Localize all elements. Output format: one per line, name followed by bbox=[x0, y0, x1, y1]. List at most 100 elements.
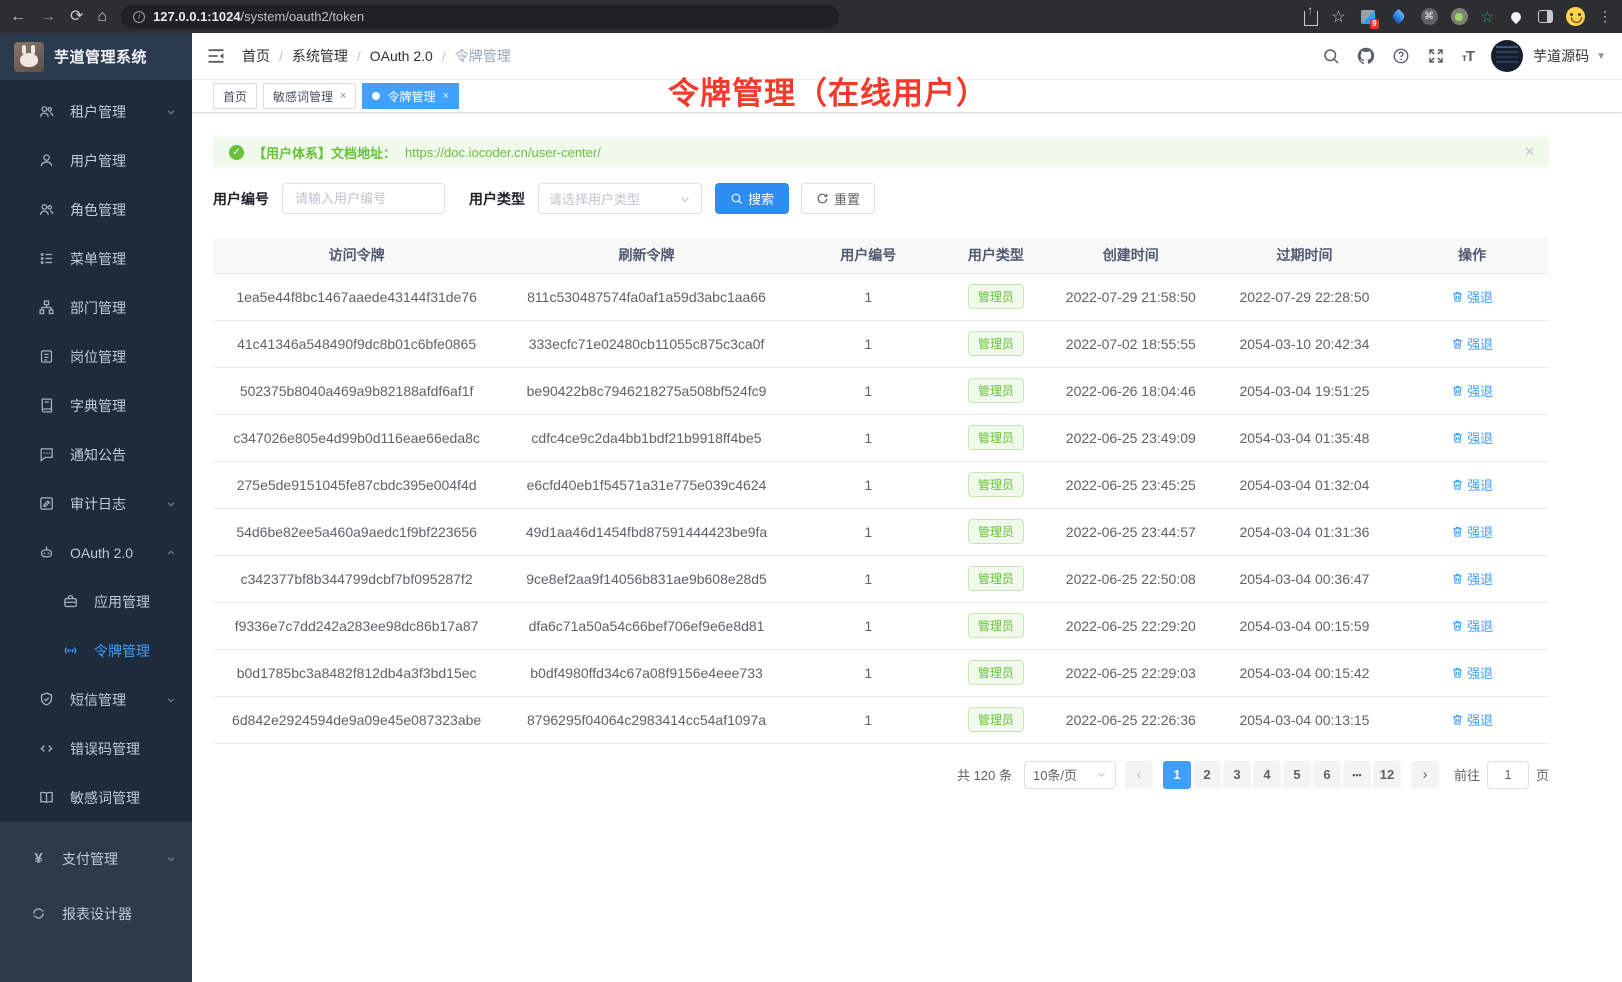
sidebar-logo[interactable]: 芋道管理系统 bbox=[0, 33, 192, 80]
sidebar-item-租户管理[interactable]: 租户管理 bbox=[0, 87, 192, 136]
sidebar-item-令牌管理[interactable]: 令牌管理 bbox=[0, 626, 192, 675]
font-size-icon[interactable]: тT bbox=[1462, 48, 1474, 65]
expire-time-cell: 2054-03-04 01:35:48 bbox=[1214, 414, 1396, 461]
extension-grid-icon[interactable]: 9 bbox=[1359, 8, 1377, 26]
sidebar-item-用户管理[interactable]: 用户管理 bbox=[0, 136, 192, 185]
chevron-down-icon bbox=[1096, 769, 1107, 780]
refresh-token-cell: 811c530487574fa0af1a59d3abc1aa66 bbox=[500, 273, 793, 320]
share-icon[interactable] bbox=[1304, 11, 1318, 26]
breadcrumb-home[interactable]: 首页 bbox=[242, 46, 270, 66]
tab-首页[interactable]: 首页 bbox=[213, 83, 257, 109]
site-info-icon[interactable]: i bbox=[133, 11, 145, 23]
search-icon[interactable] bbox=[1322, 47, 1340, 65]
browser-reload-icon[interactable]: ⟳ bbox=[70, 9, 83, 25]
sidebar-item-OAuth 2.0[interactable]: OAuth 2.0 bbox=[0, 528, 192, 577]
force-logout-button[interactable]: 强退 bbox=[1451, 475, 1493, 494]
side-panel-icon[interactable] bbox=[1538, 10, 1553, 23]
main-area: 首页 / 系统管理 / OAuth 2.0 / 令牌管理 тT 芋道源码 bbox=[192, 33, 1622, 982]
page-button-4[interactable]: 4 bbox=[1253, 761, 1281, 789]
extension-pin-icon[interactable] bbox=[1507, 8, 1525, 26]
close-icon[interactable]: ✕ bbox=[1524, 144, 1535, 160]
user-type-cell: 管理员 bbox=[944, 414, 1048, 461]
tab-令牌管理[interactable]: 令牌管理× bbox=[362, 83, 458, 109]
page-button-3[interactable]: 3 bbox=[1223, 761, 1251, 789]
force-logout-button[interactable]: 强退 bbox=[1451, 428, 1493, 447]
sidebar-item-应用管理[interactable]: 应用管理 bbox=[0, 577, 192, 626]
fullscreen-icon[interactable] bbox=[1427, 47, 1445, 65]
sidebar-item-敏感词管理[interactable]: 敏感词管理 bbox=[0, 773, 192, 822]
user-type-select[interactable]: 请选择用户类型 bbox=[538, 183, 702, 214]
sidebar-item-字典管理[interactable]: 字典管理 bbox=[0, 381, 192, 430]
trash-icon bbox=[1451, 572, 1464, 585]
sidebar-item-审计日志[interactable]: 审计日志 bbox=[0, 479, 192, 528]
page-button-1[interactable]: 1 bbox=[1163, 761, 1191, 789]
department-icon bbox=[38, 299, 55, 316]
doc-link[interactable]: https://doc.iocoder.cn/user-center/ bbox=[405, 145, 601, 160]
expire-time-cell: 2054-03-04 00:15:59 bbox=[1214, 602, 1396, 649]
tab-close-icon[interactable]: × bbox=[442, 90, 448, 102]
page-button-6[interactable]: 6 bbox=[1313, 761, 1341, 789]
page-button-2[interactable]: 2 bbox=[1193, 761, 1221, 789]
page-ellipsis[interactable]: ••• bbox=[1343, 761, 1371, 789]
refresh-token-cell: 9ce8ef2aa9f14056b831ae9b608e28d5 bbox=[500, 555, 793, 602]
sidebar-item-label: 通知公告 bbox=[70, 445, 126, 465]
access-token-cell: 1ea5e44f8bc1467aaede43144f31de76 bbox=[213, 273, 500, 320]
user-id-cell: 1 bbox=[793, 555, 944, 602]
expire-time-cell: 2054-03-04 00:36:47 bbox=[1214, 555, 1396, 602]
force-logout-button[interactable]: 强退 bbox=[1451, 287, 1493, 306]
prev-page-button[interactable]: ‹ bbox=[1125, 761, 1153, 789]
extension-command-icon[interactable]: ⌘ bbox=[1421, 8, 1438, 25]
bookmark-star-icon[interactable]: ☆ bbox=[1331, 7, 1345, 27]
force-logout-button[interactable]: 强退 bbox=[1451, 663, 1493, 682]
sidebar-item-错误码管理[interactable]: 错误码管理 bbox=[0, 724, 192, 773]
sidebar-item-角色管理[interactable]: 角色管理 bbox=[0, 185, 192, 234]
sidebar-item-岗位管理[interactable]: 岗位管理 bbox=[0, 332, 192, 381]
sidebar-item-短信管理[interactable]: 短信管理 bbox=[0, 675, 192, 724]
force-logout-button[interactable]: 强退 bbox=[1451, 616, 1493, 635]
force-logout-button[interactable]: 强退 bbox=[1451, 710, 1493, 729]
browser-forward-icon[interactable]: → bbox=[40, 9, 56, 25]
chevron-down-icon bbox=[166, 695, 176, 705]
tab-label: 首页 bbox=[223, 88, 247, 105]
chevron-down-icon[interactable]: ▼ bbox=[1596, 51, 1606, 62]
force-logout-button[interactable]: 强退 bbox=[1451, 381, 1493, 400]
sidebar-item-通知公告[interactable]: 通知公告 bbox=[0, 430, 192, 479]
user-id-input[interactable] bbox=[282, 183, 445, 214]
page-size-select[interactable]: 10条/页 bbox=[1024, 761, 1116, 789]
hamburger-icon[interactable] bbox=[206, 46, 226, 66]
browser-home-icon[interactable]: ⌂ bbox=[97, 9, 107, 25]
app-header: 首页 / 系统管理 / OAuth 2.0 / 令牌管理 тT 芋道源码 bbox=[192, 33, 1622, 80]
tab-close-icon[interactable]: × bbox=[340, 90, 346, 102]
breadcrumb-oauth[interactable]: OAuth 2.0 bbox=[370, 48, 433, 64]
sidebar-item-部门管理[interactable]: 部门管理 bbox=[0, 283, 192, 332]
help-icon[interactable] bbox=[1392, 47, 1410, 65]
next-page-button[interactable]: › bbox=[1411, 761, 1439, 789]
extension-drop-icon[interactable] bbox=[1390, 8, 1408, 26]
breadcrumb-system[interactable]: 系统管理 bbox=[292, 46, 348, 66]
sidebar-item-菜单管理[interactable]: 菜单管理 bbox=[0, 234, 192, 283]
extension-avatar-icon[interactable] bbox=[1451, 8, 1468, 25]
refresh-token-cell: 333ecfc71e02480cb11055c875c3ca0f bbox=[500, 320, 793, 367]
reset-button[interactable]: 重置 bbox=[801, 183, 875, 214]
username[interactable]: 芋道源码 bbox=[1533, 46, 1589, 66]
goto-page-input[interactable] bbox=[1487, 761, 1529, 789]
page-button-5[interactable]: 5 bbox=[1283, 761, 1311, 789]
extension-star-icon[interactable]: ☆ bbox=[1481, 8, 1494, 26]
github-icon[interactable] bbox=[1357, 47, 1375, 65]
search-button[interactable]: 搜索 bbox=[715, 183, 789, 214]
tab-敏感词管理[interactable]: 敏感词管理× bbox=[263, 83, 356, 109]
user-avatar[interactable] bbox=[1491, 40, 1523, 72]
user-type-label: 用户类型 bbox=[469, 189, 525, 209]
browser-back-icon[interactable]: ← bbox=[10, 9, 26, 25]
address-bar[interactable]: i 127.0.0.1:1024/system/oauth2/token bbox=[121, 5, 839, 29]
force-logout-button[interactable]: 强退 bbox=[1451, 522, 1493, 541]
force-logout-button[interactable]: 强退 bbox=[1451, 334, 1493, 353]
sidebar-item-支付管理[interactable]: ¥支付管理 bbox=[0, 831, 192, 886]
sidebar-item-报表设计器[interactable]: 报表设计器 bbox=[0, 886, 192, 941]
profile-avatar-icon[interactable] bbox=[1566, 7, 1585, 26]
browser-menu-icon[interactable]: ⋮ bbox=[1598, 8, 1612, 25]
force-logout-button[interactable]: 强退 bbox=[1451, 569, 1493, 588]
page-button-12[interactable]: 12 bbox=[1373, 761, 1401, 789]
access-token-cell: c342377bf8b344799dcbf7bf095287f2 bbox=[213, 555, 500, 602]
trash-icon bbox=[1451, 337, 1464, 350]
